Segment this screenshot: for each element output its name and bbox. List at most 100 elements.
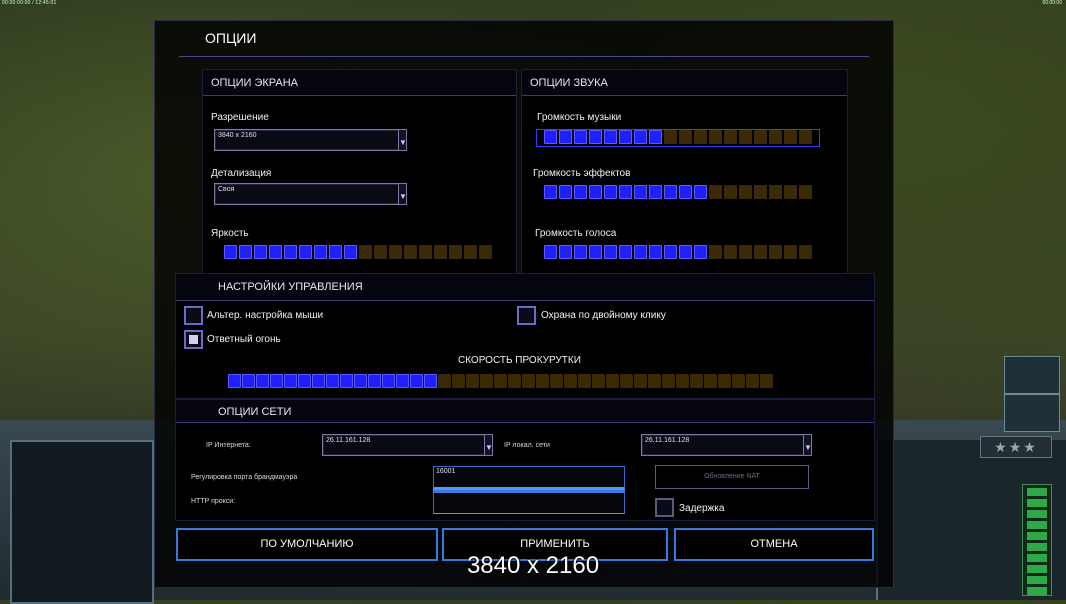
local-ip-value: 26.11.161.128: [645, 437, 690, 444]
slider-segment: [434, 245, 447, 259]
slider-segment: [649, 185, 662, 199]
slider-segment: [592, 374, 605, 388]
slider-segment: [664, 245, 677, 259]
resolution-dropdown[interactable]: 3840 x 2160 ▼: [214, 129, 407, 151]
slider-segment: [544, 130, 557, 144]
sound-options-panel: ОПЦИИ ЗВУКА Громкость музыки Громкость э…: [521, 69, 848, 275]
slider-segment: [224, 245, 237, 259]
alt-mouse-checkbox[interactable]: [184, 306, 203, 325]
slider-segment: [368, 374, 381, 388]
slider-segment: [754, 245, 767, 259]
slider-segment: [746, 374, 759, 388]
voice-volume-slider[interactable]: [544, 245, 812, 259]
slider-segment: [634, 185, 647, 199]
slider-segment: [724, 185, 737, 199]
slider-segment: [480, 374, 493, 388]
slider-segment: [382, 374, 395, 388]
slider-segment: [690, 374, 703, 388]
slider-segment: [559, 130, 572, 144]
internet-ip-label: IP Интернета:: [206, 442, 251, 449]
return-fire-label: Ответный огонь: [207, 334, 281, 345]
slider-segment: [739, 185, 752, 199]
local-ip-dropdown[interactable]: 26.11.161.128 ▼: [641, 434, 812, 456]
voice-volume-label: Громкость голоса: [535, 228, 617, 239]
slider-segment: [410, 374, 423, 388]
chevron-down-icon[interactable]: ▼: [398, 130, 407, 150]
detail-dropdown[interactable]: Своя ▼: [214, 183, 407, 205]
return-fire-checkbox[interactable]: [184, 330, 203, 349]
update-nat-button[interactable]: Обновление NAT: [655, 465, 809, 489]
slider-segment: [799, 185, 812, 199]
slider-segment: [694, 245, 707, 259]
slider-segment: [522, 374, 535, 388]
slider-segment: [284, 374, 297, 388]
resolution-caption: 3840 x 2160: [466, 552, 600, 579]
scroll-speed-slider[interactable]: [228, 374, 773, 388]
slider-segment: [679, 185, 692, 199]
delay-checkbox[interactable]: [655, 498, 674, 517]
slider-segment: [544, 245, 557, 259]
internet-ip-dropdown[interactable]: 26.11.161.128 ▼: [322, 434, 493, 456]
control-settings-panel: НАСТРОЙКИ УПРАВЛЕНИЯ Альтер. настройка м…: [175, 273, 875, 399]
slider-segment: [634, 245, 647, 259]
slider-segment: [312, 374, 325, 388]
slider-segment: [494, 374, 507, 388]
slider-segment: [508, 374, 521, 388]
slider-segment: [760, 374, 773, 388]
unit-portrait-slot[interactable]: [1004, 394, 1060, 432]
control-settings-header: НАСТРОЙКИ УПРАВЛЕНИЯ: [218, 281, 363, 293]
slider-segment: [620, 374, 633, 388]
slider-segment: [424, 374, 437, 388]
slider-segment: [649, 245, 662, 259]
slider-segment: [466, 374, 479, 388]
slider-segment: [419, 245, 432, 259]
slider-segment: [634, 374, 647, 388]
brightness-slider[interactable]: [224, 245, 492, 259]
chevron-down-icon[interactable]: ▼: [398, 184, 407, 204]
slider-segment: [754, 130, 767, 144]
slider-segment: [452, 374, 465, 388]
slider-segment: [718, 374, 731, 388]
slider-segment: [784, 185, 797, 199]
slider-segment: [679, 245, 692, 259]
chevron-down-icon[interactable]: ▼: [484, 435, 493, 455]
slider-segment: [784, 130, 797, 144]
slider-segment: [606, 374, 619, 388]
slider-segment: [574, 130, 587, 144]
effects-volume-slider[interactable]: [544, 185, 812, 199]
slider-segment: [619, 130, 632, 144]
scroll-speed-label: СКОРОСТЬ ПРОКУРУТКИ: [458, 355, 581, 366]
slider-segment: [589, 245, 602, 259]
slider-segment: [619, 245, 632, 259]
slider-segment: [564, 374, 577, 388]
slider-segment: [676, 374, 689, 388]
slider-segment: [662, 374, 675, 388]
slider-segment: [354, 374, 367, 388]
firewall-port-label: Регулировка порта брандмауэра: [191, 474, 298, 481]
slider-segment: [694, 185, 707, 199]
http-proxy-input[interactable]: [433, 490, 625, 514]
effects-volume-label: Громкость эффектов: [533, 168, 631, 179]
unit-portrait-slot[interactable]: [1004, 356, 1060, 394]
slider-segment: [298, 374, 311, 388]
firewall-port-input[interactable]: 16001: [433, 466, 625, 490]
slider-segment: [536, 374, 549, 388]
chevron-down-icon[interactable]: ▼: [803, 435, 812, 455]
slider-segment: [739, 130, 752, 144]
slider-segment: [574, 185, 587, 199]
slider-segment: [799, 245, 812, 259]
firewall-port-value: 16001: [436, 468, 456, 475]
slider-segment: [314, 245, 327, 259]
double-click-guard-checkbox[interactable]: [517, 306, 536, 325]
internet-ip-value: 26.11.161.128: [326, 437, 371, 444]
slider-segment: [269, 245, 282, 259]
slider-segment: [299, 245, 312, 259]
slider-segment: [664, 130, 677, 144]
slider-segment: [449, 245, 462, 259]
topbar-right-clock: 00:00:00: [1042, 0, 1062, 6]
local-ip-label: IP локал. сети: [504, 442, 550, 449]
delay-label: Задержка: [679, 503, 725, 514]
slider-segment: [634, 130, 647, 144]
alt-mouse-label: Альтер. настройка мыши: [207, 310, 324, 321]
music-volume-slider[interactable]: [544, 130, 812, 144]
